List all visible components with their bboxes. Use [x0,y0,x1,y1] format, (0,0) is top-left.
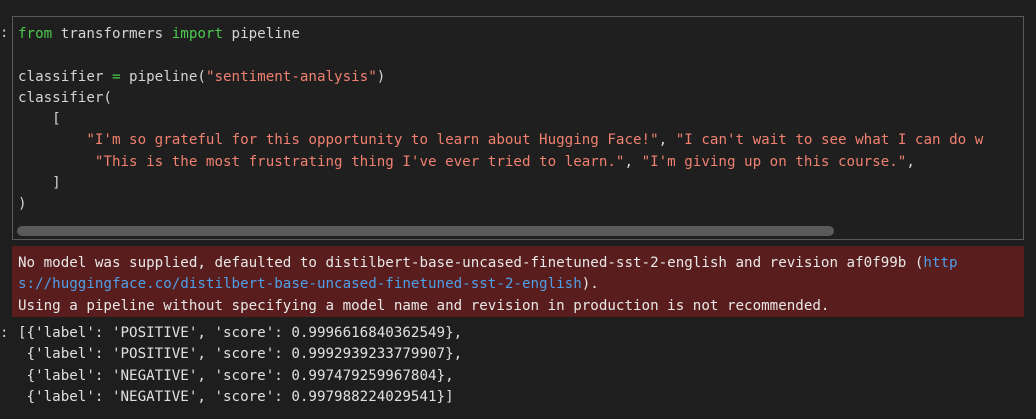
pipeline-call: pipeline( [120,68,206,85]
model-link[interactable]: http [923,255,957,271]
separator: , [624,153,642,170]
code-line-1: from transformers import pipeline [18,24,983,45]
scrollbar-thumb[interactable] [17,226,834,236]
assign-operator: = [111,68,121,85]
string-literal: "This is the most frustrating thing I've… [94,153,625,170]
string-literal: "I'm so grateful for this opportunity to… [86,132,659,149]
close-paren: ) [376,68,386,85]
separator: , [658,132,676,149]
result-line: {'label': 'NEGATIVE', 'score': 0.9974792… [18,367,454,384]
keyword-from: from [18,26,53,42]
result-line: [{'label': 'POSITIVE', 'score': 0.999661… [18,325,463,341]
result-line: {'label': 'POSITIVE', 'score': 0.9992939… [18,346,463,363]
stderr-output: No model was supplied, defaulted to dist… [12,246,1024,317]
module-name: transformers [52,26,172,42]
code-line-3: classifier = pipeline("sentiment-analysi… [18,67,983,88]
stderr-line-1: No model was supplied, defaulted to dist… [18,253,1018,274]
model-link-continued[interactable]: s://huggingface.co/distilbert-base-uncas… [18,276,582,292]
code-line-8: ] [18,175,61,192]
code-line-5: [ [18,111,61,128]
keyword-import: import [171,26,224,42]
code-line-6: "I'm so grateful for this opportunity to… [18,130,983,151]
stderr-text: ). [581,276,599,293]
trailing-comma: , [906,153,915,170]
result-output: [{'label': 'POSITIVE', 'score': 0.999661… [18,323,462,408]
string-literal: "I'm giving up on this course." [641,153,907,170]
result-line: {'label': 'NEGATIVE', 'score': 0.9979882… [18,388,454,405]
stderr-line-3: Using a pipeline without specifying a mo… [18,297,830,314]
stderr-line-2: s://huggingface.co/distilbert-base-uncas… [18,274,1018,295]
variable-name: classifier [18,68,112,85]
code-line-7: "This is the most frustrating thing I've… [18,152,983,173]
result-prompt: : [0,325,9,341]
code-cell[interactable]: from transformers import pipeline classi… [12,16,1024,240]
string-literal: "I can't wait to see what I can do w [675,132,984,149]
task-string: "sentiment-analysis" [205,68,377,85]
stderr-text: No model was supplied, defaulted to dist… [18,255,924,271]
code-cell-prompt: : [0,25,9,41]
code-editor[interactable]: from transformers import pipeline classi… [18,24,983,216]
code-line-4: classifier( [18,89,112,106]
horizontal-scrollbar[interactable] [17,226,1017,236]
import-name: pipeline [223,26,300,42]
code-line-9: ) [18,196,27,213]
